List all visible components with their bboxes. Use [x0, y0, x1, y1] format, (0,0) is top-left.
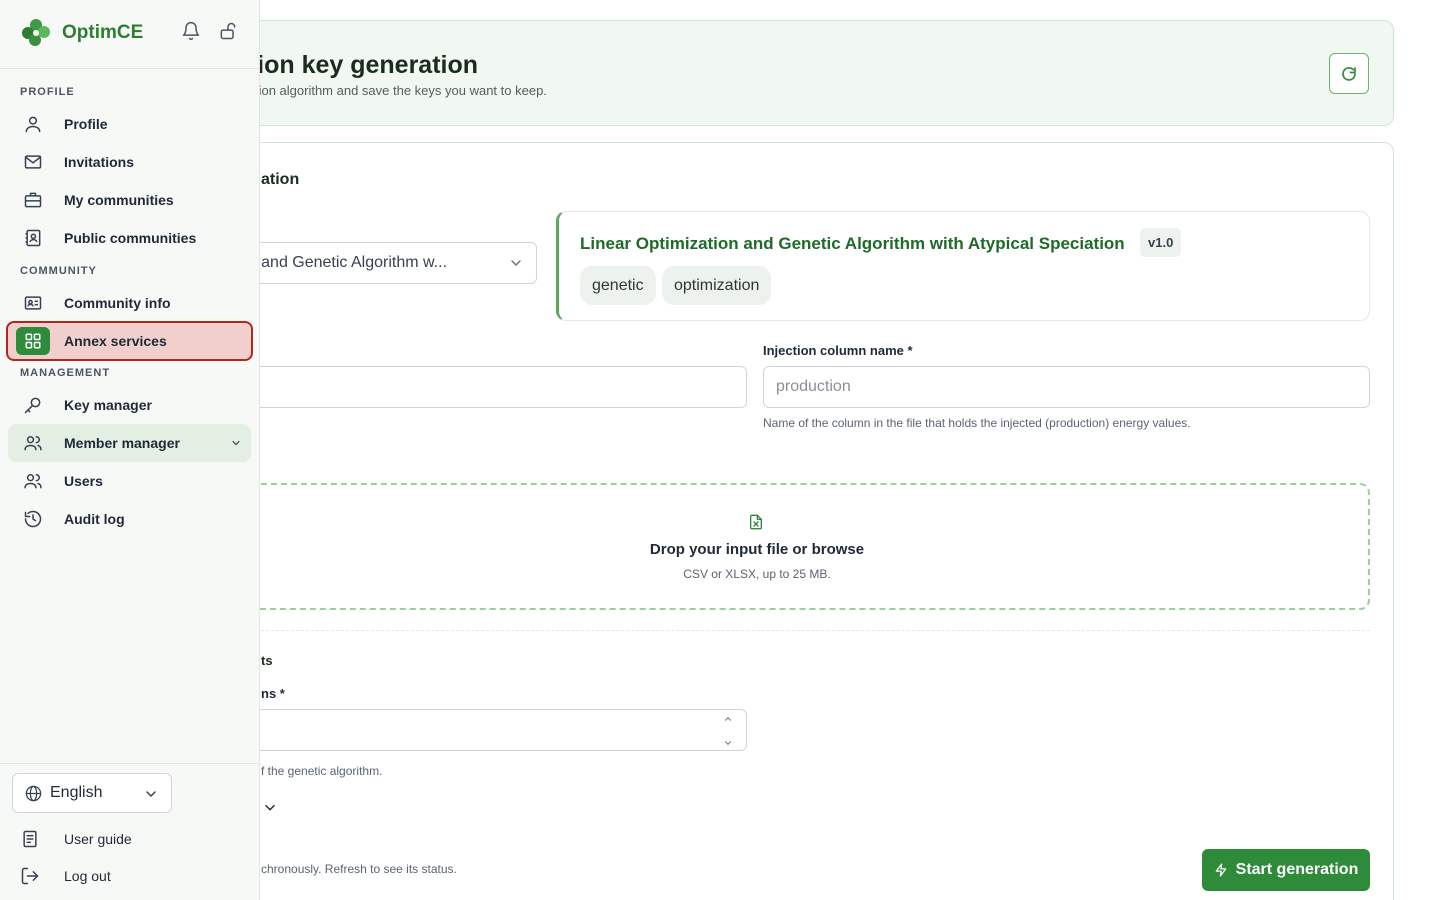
sidebar-item-label: Invitations: [64, 154, 135, 170]
sidebar-item-label: Public communities: [64, 230, 197, 246]
language-select[interactable]: English: [12, 773, 172, 813]
users-icon: [22, 470, 44, 492]
sidebar-divider: [0, 763, 259, 764]
sidebar-item-users[interactable]: Users: [8, 462, 251, 500]
refresh-button[interactable]: [1329, 53, 1369, 94]
params-field-label: ns *: [261, 686, 285, 701]
sidebar-item-invitations[interactable]: Invitations: [8, 143, 251, 181]
clover-logo-icon: [22, 19, 50, 46]
app-root: cation key generation allocation algorit…: [0, 0, 1440, 900]
section-management: MANAGEMENT: [20, 367, 111, 379]
log-out-label: Log out: [64, 868, 111, 884]
language-value: English: [50, 784, 103, 801]
sidebar-item-label: Profile: [64, 116, 108, 132]
logout-icon: [21, 867, 39, 885]
users-icon: [22, 432, 44, 454]
sidebar: OptimCE PROFILE Profile Invitations My c…: [0, 0, 260, 900]
briefcase-icon: [22, 189, 44, 211]
sidebar-item-label: My communities: [64, 192, 174, 208]
injection-column-help: Name of the column in the file that hold…: [763, 416, 1191, 430]
user-guide-link[interactable]: User guide: [20, 825, 132, 853]
section-title: ation: [261, 171, 300, 188]
injection-column-input[interactable]: [763, 366, 1370, 408]
section-profile: PROFILE: [20, 86, 75, 98]
key-icon: [22, 394, 44, 416]
id-card-icon: [22, 292, 44, 314]
page-header: cation key generation allocation algorit…: [200, 20, 1394, 126]
injection-column-label: Injection column name *: [763, 343, 913, 358]
algorithm-select-value: ation and Genetic Algorithm w...: [222, 254, 448, 271]
log-out-link[interactable]: Log out: [20, 862, 111, 890]
chevron-down-icon[interactable]: [261, 801, 279, 815]
algorithm-tag: genetic: [580, 266, 656, 305]
sidebar-item-label: Users: [64, 473, 103, 489]
dropzone-help: CSV or XLSX, up to 25 MB.: [683, 567, 831, 581]
generations-number-input[interactable]: [201, 709, 747, 751]
sidebar-divider: [0, 68, 259, 69]
algorithm-name: Linear Optimization and Genetic Algorith…: [580, 234, 1125, 253]
sidebar-item-label: Member manager: [64, 435, 180, 451]
consumption-column-input[interactable]: [201, 366, 747, 408]
lightning-icon: [1215, 863, 1226, 877]
sidebar-item-label: Annex services: [64, 333, 167, 349]
section-divider: [201, 630, 1370, 631]
sidebar-item-community-info[interactable]: Community info: [8, 284, 251, 322]
chevron-down-icon: [146, 791, 156, 798]
chevron-down-icon[interactable]: [722, 738, 734, 748]
sidebar-item-annex-services[interactable]: Annex services: [6, 321, 253, 361]
file-spreadsheet-icon: [750, 514, 762, 530]
brand-name: OptimCE: [62, 22, 144, 43]
section-community: COMMUNITY: [20, 265, 97, 277]
algorithm-info-card: Linear Optimization and Genetic Algorith…: [556, 211, 1370, 321]
sidebar-item-label: Audit log: [64, 511, 125, 527]
file-dropzone[interactable]: Drop your input file or browse CSV or XL…: [201, 483, 1370, 610]
bell-icon[interactable]: [181, 21, 201, 41]
book-icon: [23, 830, 37, 848]
brand[interactable]: OptimCE: [20, 18, 143, 48]
contact-book-icon: [22, 227, 44, 249]
async-note: chronously. Refresh to see its status.: [261, 862, 457, 876]
history-icon: [22, 508, 44, 530]
unlock-icon[interactable]: [218, 21, 238, 41]
sidebar-item-public-communities[interactable]: Public communities: [8, 219, 251, 257]
user-icon: [22, 113, 44, 135]
params-section-title: ts: [261, 653, 273, 668]
chevron-down-icon: [511, 260, 521, 267]
sidebar-item-key-manager[interactable]: Key manager: [8, 386, 251, 424]
algorithm-version-badge: v1.0: [1140, 228, 1182, 257]
sidebar-item-my-communities[interactable]: My communities: [8, 181, 251, 219]
sidebar-item-audit-log[interactable]: Audit log: [8, 500, 251, 538]
globe-icon: [25, 785, 42, 802]
mail-icon: [22, 151, 44, 173]
chevron-down-icon[interactable]: [229, 437, 243, 449]
sidebar-item-member-manager[interactable]: Member manager: [8, 424, 251, 462]
user-guide-label: User guide: [64, 831, 132, 847]
start-generation-button[interactable]: Start generation: [1202, 849, 1370, 891]
dropzone-title: Drop your input file or browse: [649, 541, 865, 558]
algorithm-tag: optimization: [662, 266, 772, 305]
chevron-up-icon[interactable]: [722, 714, 734, 724]
sidebar-item-label: Community info: [64, 295, 171, 311]
sidebar-item-label: Key manager: [64, 397, 152, 413]
sidebar-item-profile[interactable]: Profile: [8, 105, 251, 143]
params-help: f the genetic algorithm.: [261, 764, 383, 778]
generation-form-card: ation ation and Genetic Algorithm w... L…: [200, 142, 1394, 900]
refresh-icon: [1342, 66, 1356, 81]
grid-icon: [16, 327, 50, 355]
number-stepper[interactable]: [720, 714, 736, 748]
start-generation-label: Start generation: [1235, 861, 1359, 878]
page-subtitle: allocation algorithm and save the keys y…: [221, 83, 547, 98]
